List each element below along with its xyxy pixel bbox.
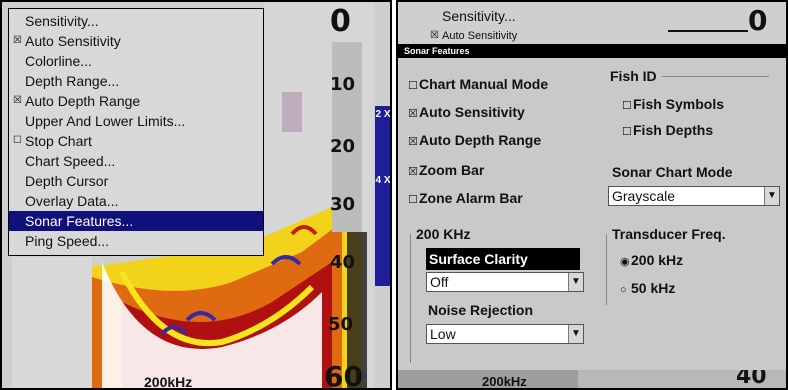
dropdown-arrow-icon: ▼ — [764, 187, 779, 205]
radio-unselected-icon: ○ — [620, 284, 627, 296]
noise-rejection-label: Noise Rejection — [428, 302, 534, 318]
radio-200-khz[interactable]: ◉200 kHz — [620, 252, 683, 268]
menu-item-upper-lower-limits[interactable]: Upper And Lower Limits... — [9, 111, 263, 131]
noise-rejection-select[interactable]: Low ▼ — [426, 324, 584, 344]
menu-item-auto-depth-range[interactable]: ☒ Auto Depth Range — [9, 91, 263, 111]
sonar-context-menu: Sensitivity... ☒ Auto Sensitivity Colorli… — [8, 8, 264, 256]
radio-selected-icon: ◉ — [620, 256, 630, 268]
transducer-freq-heading: Transducer Freq. — [612, 226, 726, 242]
checked-box-icon: ☒ — [408, 166, 418, 178]
depth-label-60: 60 — [324, 360, 363, 390]
checkbox-chart-manual-mode[interactable]: ☐Chart Manual Mode — [408, 76, 548, 92]
checked-box-icon: ☒ — [13, 35, 22, 46]
checked-box-icon: ☒ — [408, 108, 418, 120]
checked-box-icon: ☒ — [408, 136, 418, 148]
unchecked-box-icon: ☐ — [408, 194, 418, 206]
khz-group-heading: 200 KHz — [416, 226, 471, 242]
sonar-chart-mode-label: Sonar Chart Mode — [612, 164, 733, 180]
menu-item-depth-cursor[interactable]: Depth Cursor — [9, 171, 263, 191]
dropdown-arrow-icon: ▼ — [568, 273, 583, 291]
checked-box-icon: ☒ — [430, 30, 439, 41]
menu-item-depth-range[interactable]: Depth Range... — [9, 71, 263, 91]
sonar-screen-right: Sensitivity... ☒ Auto Sensitivity 0 40 20… — [396, 0, 788, 390]
unchecked-box-icon: ☐ — [622, 126, 632, 138]
menu-item-auto-sensitivity[interactable]: ☒ Auto Sensitivity — [9, 31, 263, 51]
surface-clarity-select[interactable]: Off ▼ — [426, 272, 584, 292]
sonar-chart-mode-select[interactable]: Grayscale ▼ — [608, 186, 780, 206]
dropdown-arrow-icon: ▼ — [568, 325, 583, 343]
checkbox-fish-symbols[interactable]: ☐Fish Symbols — [622, 96, 724, 112]
menu-item-stop-chart[interactable]: ☐ Stop Chart — [9, 131, 263, 151]
menu-item-sonar-features[interactable]: Sonar Features... — [9, 211, 263, 231]
checkbox-auto-sensitivity[interactable]: ☒Auto Sensitivity — [408, 104, 525, 120]
sonar-screen-left: Sensitivity... ☒ Auto Sensitivity Colorli… — [0, 0, 392, 390]
group-border — [410, 234, 411, 363]
menu-item-overlay-data[interactable]: Overlay Data... — [9, 191, 263, 211]
unchecked-box-icon: ☐ — [408, 80, 418, 92]
menu-item-chart-speed[interactable]: Chart Speed... — [9, 151, 263, 171]
depth-label-30: 30 — [330, 194, 356, 215]
group-border — [662, 76, 769, 77]
radio-50-khz[interactable]: ○ 50 kHz — [620, 280, 675, 296]
zoom-bar-4x: 4 X — [375, 172, 390, 286]
unchecked-box-icon: ☐ — [13, 135, 22, 146]
fish-id-heading: Fish ID — [610, 68, 657, 84]
checkbox-auto-depth-range[interactable]: ☒Auto Depth Range — [408, 132, 541, 148]
depth-label-50: 50 — [328, 314, 354, 335]
menu-item-colorline[interactable]: Colorline... — [9, 51, 263, 71]
depth-label-40: 40 — [330, 252, 356, 273]
checkbox-fish-depths[interactable]: ☐Fish Depths — [622, 122, 713, 138]
sonar-features-dialog: ☐Chart Manual Mode ☒Auto Sensitivity ☒Au… — [398, 58, 786, 370]
depth-label-10: 10 — [330, 74, 356, 95]
checkbox-zoom-bar[interactable]: ☒Zoom Bar — [408, 162, 484, 178]
unchecked-box-icon: ☐ — [622, 100, 632, 112]
menu-item-ping-speed[interactable]: Ping Speed... — [9, 231, 263, 251]
depth-label-0: 0 — [748, 4, 768, 37]
checked-box-icon: ☒ — [13, 95, 22, 106]
dialog-title-bar: Sonar Features — [398, 44, 786, 58]
depth-label-20: 20 — [330, 136, 356, 157]
menu-item-sensitivity[interactable]: Sensitivity... — [9, 11, 263, 31]
depth-label-0: 0 — [330, 4, 351, 39]
behind-menu-auto-sensitivity: ☒ Auto Sensitivity — [426, 26, 680, 46]
behind-menu-sensitivity: Sensitivity... — [442, 8, 516, 24]
frequency-label: 200kHz — [144, 374, 193, 390]
checkbox-zone-alarm-bar[interactable]: ☐Zone Alarm Bar — [408, 190, 523, 206]
surface-clarity-label: Surface Clarity — [426, 248, 580, 270]
group-border — [606, 234, 607, 305]
frequency-label: 200kHz — [482, 374, 527, 389]
